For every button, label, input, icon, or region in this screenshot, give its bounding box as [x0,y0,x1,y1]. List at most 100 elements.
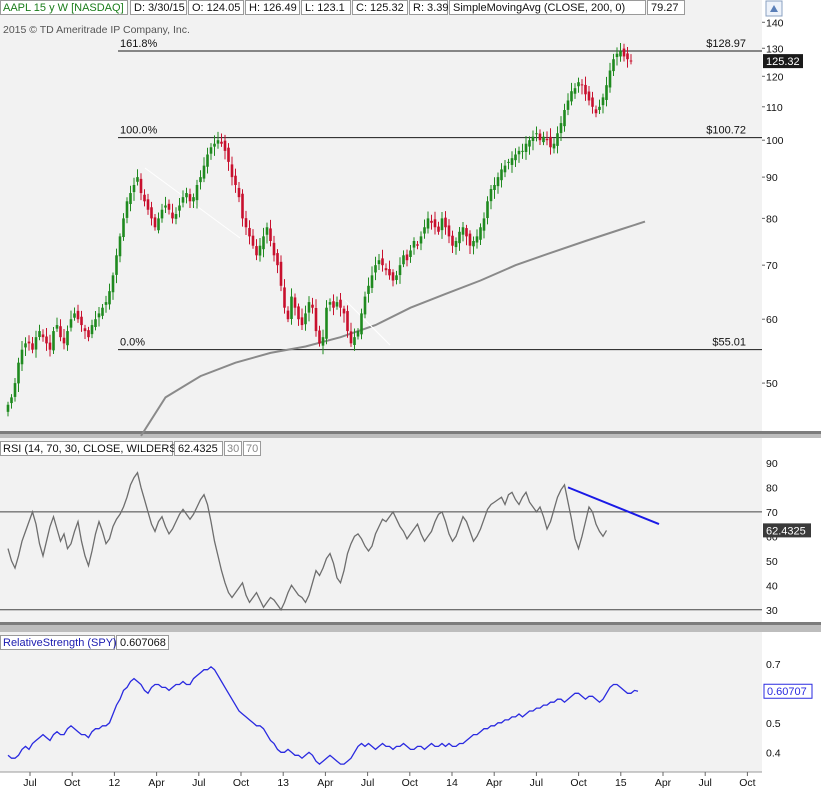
rsi-label[interactable]: RSI (14, 70, 30, CLOSE, WILDERS) [3,443,180,455]
candle-body [265,227,269,235]
candle-body [496,177,500,187]
candle-body [426,218,430,229]
rsi-tick-label: 50 [766,556,778,568]
candle-body [514,154,517,161]
candle-body [83,328,87,332]
rs-value: 0.607068 [120,637,166,649]
candle-body [13,383,17,397]
candle-body [598,106,601,110]
candle-body [440,218,444,231]
candle-body [307,302,311,313]
candle-body [314,307,318,332]
candle-body [605,85,608,100]
candle-body [367,285,370,294]
candle-body [171,212,174,219]
candle-body [118,236,122,257]
candle-body [524,143,528,152]
rs-panel[interactable] [0,632,762,772]
candle-body [66,331,69,346]
candle-body [384,268,388,271]
candle-body [479,227,482,240]
candle-body [353,337,356,345]
candle-body [356,331,360,337]
time-tick-label: 12 [109,777,121,789]
candle-body [111,275,115,293]
candle-body [76,310,80,320]
candle-body [230,164,234,178]
candle-body [269,228,272,242]
low-label: L: 123.1 [305,2,345,14]
candle-body [381,258,384,266]
candle-body [395,275,398,280]
price-tick-label: 100 [766,135,784,147]
symbol-label: AAPL 15 y W [NASDAQ] [3,2,124,14]
candle-body [143,194,146,202]
candle-body [629,60,633,62]
candle-body [69,319,73,328]
candle-body [545,138,549,141]
candle-body [31,343,34,350]
candle-body [563,110,566,127]
candle-body [146,199,150,210]
candle-body [73,313,76,318]
candle-body [594,109,598,114]
candle-body [125,201,129,218]
study-value: 79.27 [651,2,679,14]
time-tick-label: Jul [698,777,711,789]
high-label: H: 126.49 [249,2,297,14]
candle-body [556,133,559,146]
candle-body [153,217,157,228]
candle-body [185,193,188,198]
candle-body [538,133,542,141]
candle-body [206,154,209,167]
study-label[interactable]: SimpleMovingAvg (CLOSE, 200, 0) [453,2,625,14]
time-tick-label: Apr [655,777,672,789]
time-tick-label: Oct [64,777,80,789]
candle-body [90,325,94,335]
price-tick-label: 60 [766,314,778,326]
svg-text:0.60707: 0.60707 [767,686,807,698]
candle-body [17,362,20,384]
fib-price-label: $55.01 [712,337,746,349]
candle-body [388,268,391,276]
rsi-tick-label: 40 [766,580,778,592]
time-tick-label: Jul [192,777,205,789]
candle-body [409,250,412,257]
candle-body [97,313,101,318]
svg-text:125.32: 125.32 [766,56,800,68]
candle-body [213,143,216,147]
rsi-tick-label: 30 [766,605,778,617]
candle-body [80,316,83,326]
candle-body [535,133,538,135]
candle-body [552,143,556,149]
candle-body [136,177,139,182]
chart-settings-icon[interactable] [765,0,783,17]
panel-divider[interactable] [0,622,821,625]
candle-body [48,342,52,350]
candle-body [615,53,619,58]
price-panel[interactable] [0,0,762,431]
candle-body [311,304,314,308]
candle-body [174,214,178,219]
candle-body [619,50,622,57]
candle-body [321,337,325,346]
candle-body [328,302,332,305]
candle-body [157,218,160,231]
candle-body [220,141,223,144]
time-tick-label: 13 [277,777,289,789]
candle-body [363,296,367,315]
price-tick-label: 130 [766,43,784,55]
candle-body [510,158,514,165]
candle-body [573,88,577,94]
fib-level-label: 100.0% [120,125,158,137]
candle-body [517,150,521,155]
rs-tick-label: 0.7 [766,659,781,671]
rsi-panel[interactable] [0,438,762,622]
panel-divider[interactable] [0,431,821,434]
time-tick-label: Oct [570,777,586,789]
rs-label[interactable]: RelativeStrength (SPY) [3,637,117,649]
candle-body [150,207,153,219]
candle-body [622,48,626,57]
candle-body [335,302,339,307]
candle-body [342,308,346,314]
